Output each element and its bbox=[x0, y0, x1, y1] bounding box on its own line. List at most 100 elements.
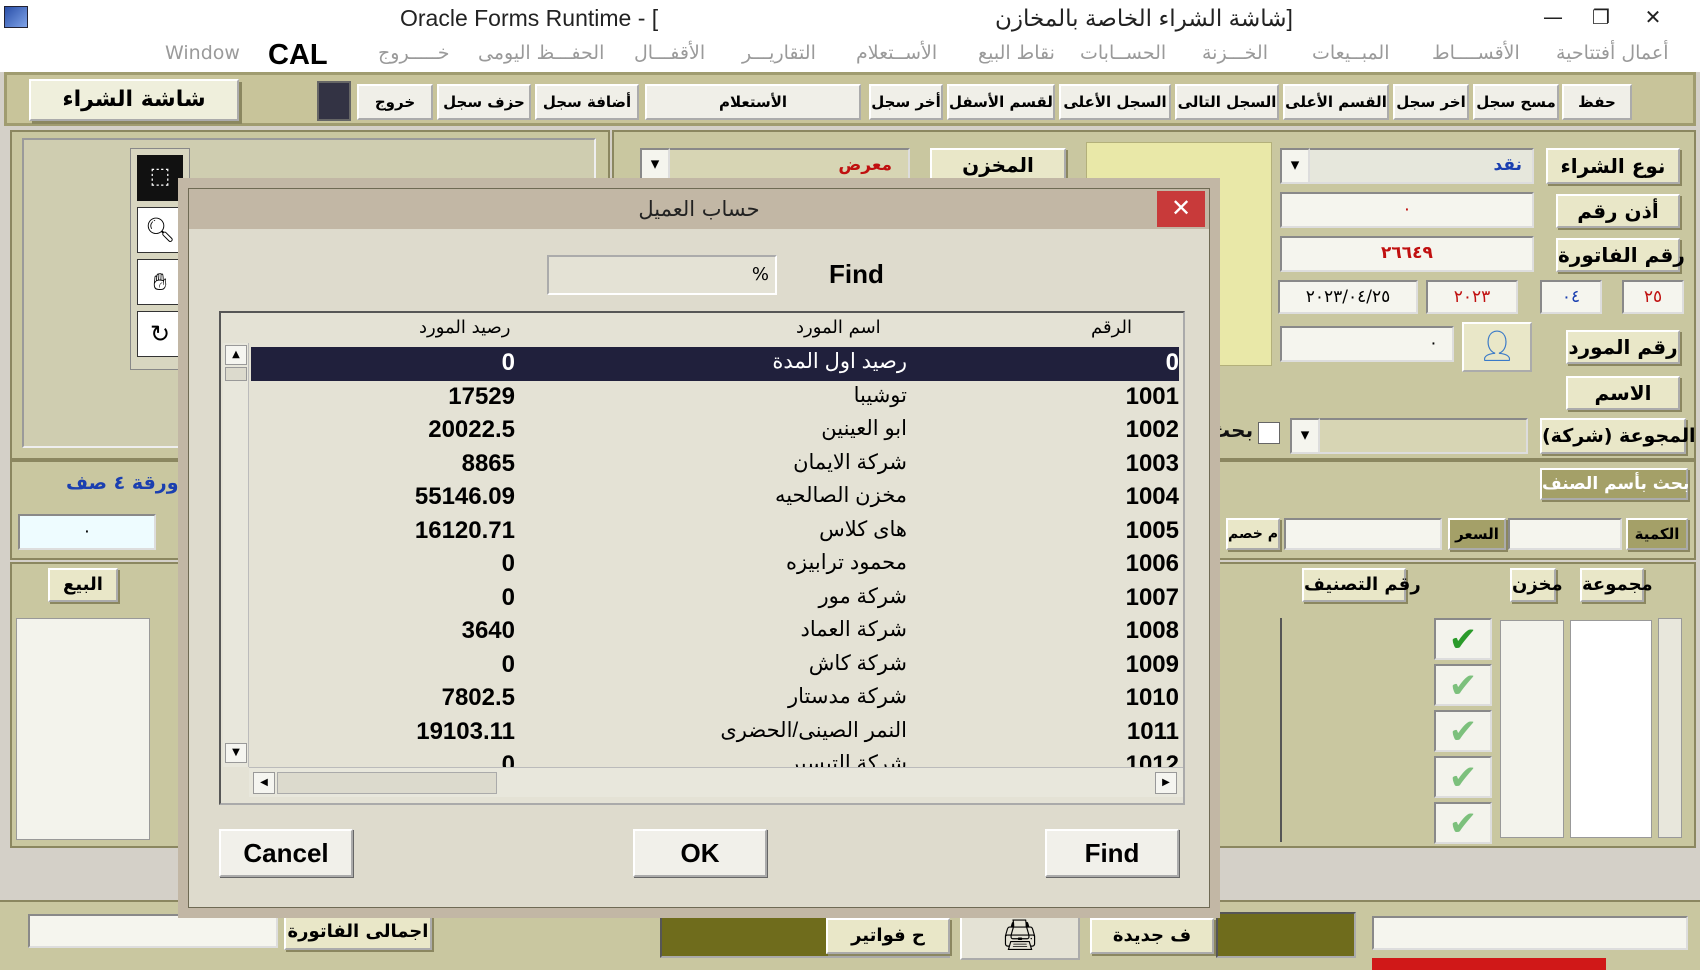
checkmark-icon[interactable]: ✔ bbox=[1434, 664, 1492, 706]
menu-closing[interactable]: الأقفـــال bbox=[634, 42, 705, 64]
row-name: شركة مدستار bbox=[787, 685, 907, 708]
bottom-right-field[interactable] bbox=[1372, 916, 1688, 950]
find-button[interactable]: Find bbox=[1045, 829, 1179, 877]
invoice-field[interactable]: ٢٦٦٤٩ bbox=[1280, 236, 1534, 272]
date-day[interactable]: ٢٥ bbox=[1622, 280, 1684, 314]
search-checkbox[interactable] bbox=[1258, 422, 1280, 444]
close-window-button[interactable]: ✕ bbox=[1630, 2, 1676, 32]
list-item[interactable]: 0 شركة مور 1007 bbox=[251, 582, 1179, 616]
supplier-field[interactable]: ٠ bbox=[1280, 326, 1454, 362]
list-item[interactable]: 16120.71 هاى كلاس 1005 bbox=[251, 515, 1179, 549]
price-field[interactable] bbox=[1284, 518, 1442, 550]
quantity-field[interactable] bbox=[1508, 518, 1622, 550]
group-select[interactable] bbox=[1290, 418, 1528, 454]
app-logo-icon bbox=[317, 81, 351, 121]
list-item[interactable]: 0 رصيد اول المدة 0 bbox=[251, 347, 1179, 381]
add-record-button[interactable]: أضافة سجل bbox=[535, 84, 639, 120]
horizontal-scroll-thumb[interactable] bbox=[277, 772, 497, 794]
date-year[interactable]: ٢٠٢٣ bbox=[1426, 280, 1518, 314]
menu-accounts[interactable]: الحســابات bbox=[1080, 42, 1166, 64]
horizontal-scrollbar[interactable]: ◀ ▶ bbox=[249, 767, 1183, 797]
save-button[interactable]: حفظ bbox=[1562, 84, 1632, 120]
vertical-scrollbar[interactable]: ▲ ▼ bbox=[223, 343, 249, 767]
printer-icon[interactable]: 🖨︎ bbox=[960, 912, 1080, 960]
top-section-button[interactable]: القسم الأعلى bbox=[1283, 84, 1389, 120]
list-item[interactable]: 7802.5 شركة مدستار 1010 bbox=[251, 682, 1179, 716]
menu-pos[interactable]: نقاط البيع bbox=[978, 42, 1055, 64]
scroll-left-icon[interactable]: ◀ bbox=[253, 772, 275, 794]
invoice-total-field[interactable] bbox=[28, 914, 278, 948]
checkmark-icon[interactable]: ✔ bbox=[1434, 710, 1492, 752]
scroll-thumb[interactable] bbox=[225, 367, 247, 381]
scroll-down-icon[interactable]: ▼ bbox=[225, 743, 247, 763]
group-chevron-down-icon[interactable]: ▾ bbox=[1290, 418, 1320, 454]
checkmark-icon[interactable]: ✔ bbox=[1434, 802, 1492, 844]
delete-record-button[interactable]: حزف سجل bbox=[437, 84, 531, 120]
list-item[interactable]: 19103.11 النمر الصينى/الحضرى 1011 bbox=[251, 716, 1179, 750]
menu-sales[interactable]: المبــيعات bbox=[1312, 42, 1390, 64]
row-balance: 0 bbox=[501, 550, 515, 577]
menu-daily-save[interactable]: الحفـــظ اليومى bbox=[478, 42, 604, 64]
search-by-item-button[interactable]: بحث بأسم الصنف bbox=[1540, 468, 1689, 500]
list-item[interactable]: 17529 توشيبا 1001 bbox=[251, 381, 1179, 415]
supplier-lookup-icon[interactable]: 👤︎ bbox=[1462, 322, 1532, 372]
purchase-type-value: نقد bbox=[1493, 155, 1522, 175]
exit-button[interactable]: خروج bbox=[357, 84, 433, 120]
find-input[interactable]: % bbox=[547, 255, 777, 295]
select-icon[interactable]: ⬚ bbox=[137, 155, 183, 201]
checkmark-icon[interactable]: ✔ bbox=[1434, 618, 1492, 660]
query-button[interactable]: الأستعلام bbox=[645, 84, 861, 120]
zoom-icon[interactable]: 🔍︎ bbox=[137, 207, 183, 253]
group-label: المجوعة (شركة) bbox=[1540, 418, 1696, 454]
purchase-type-select[interactable]: نقد bbox=[1280, 148, 1534, 184]
permit-field[interactable]: ٠ bbox=[1280, 192, 1534, 228]
dialog-close-icon[interactable]: ✕ bbox=[1157, 191, 1205, 227]
list-item[interactable]: 0 شركة كاش 1009 bbox=[251, 649, 1179, 683]
menu-treasury[interactable]: الخـــزنة bbox=[1202, 42, 1268, 64]
list-item[interactable]: 8865 شركة الايمان 1003 bbox=[251, 448, 1179, 482]
maximize-button[interactable]: ❐ bbox=[1578, 2, 1624, 32]
list-item[interactable]: 55146.09 مخزن الصالحيه 1004 bbox=[251, 481, 1179, 515]
left-value-field[interactable]: ٠ bbox=[18, 514, 156, 550]
left-grid-column bbox=[16, 618, 150, 840]
row-number: 1009 bbox=[1125, 650, 1179, 678]
hand-icon[interactable]: ✋︎ bbox=[137, 259, 183, 305]
ok-button[interactable]: OK bbox=[633, 829, 767, 877]
top-record-button[interactable]: السجل الأعلى bbox=[1059, 84, 1171, 120]
scroll-right-icon[interactable]: ▶ bbox=[1155, 772, 1177, 794]
chevron-down-icon[interactable]: ▾ bbox=[1280, 148, 1310, 184]
bottom-section-button[interactable]: القسم الأسفل bbox=[947, 84, 1055, 120]
new-invoice-button[interactable]: ف جديدة bbox=[1090, 918, 1214, 954]
scroll-up-icon[interactable]: ▲ bbox=[225, 345, 247, 365]
store-value: معرض bbox=[838, 155, 892, 175]
invoices-button[interactable]: ح فواتير bbox=[826, 918, 950, 954]
row-number: 1002 bbox=[1125, 416, 1179, 443]
menu-exit[interactable]: خـــــروج bbox=[378, 42, 450, 64]
list-item[interactable]: 3640 شركة العماد 1008 bbox=[251, 615, 1179, 649]
last-record-2-button[interactable]: أخر سجل bbox=[869, 84, 943, 120]
store-select[interactable]: معرض bbox=[640, 148, 910, 182]
store-chevron-down-icon[interactable]: ▾ bbox=[640, 148, 670, 182]
menu-installments[interactable]: الأقســــاط bbox=[1432, 42, 1520, 64]
menu-opening[interactable]: أعمال أفتتاحية bbox=[1556, 42, 1669, 64]
rotate-icon[interactable]: ↻ bbox=[137, 311, 183, 357]
items-scrollbar[interactable] bbox=[1658, 618, 1682, 838]
list-item[interactable]: 0 محمود ترابيزه 1006 bbox=[251, 548, 1179, 582]
date-full[interactable]: ٢٠٢٣/٠٤/٢٥ bbox=[1278, 280, 1418, 314]
window-title-left: Oracle Forms Runtime - [ bbox=[400, 5, 659, 31]
menu-inquiry[interactable]: الأســتعلام bbox=[856, 42, 937, 64]
menu-window[interactable]: Window bbox=[165, 42, 240, 64]
checkmark-icon[interactable]: ✔ bbox=[1434, 756, 1492, 798]
minimize-button[interactable]: — bbox=[1530, 2, 1576, 32]
list-item[interactable]: 20022.5 ابو العينين 1002 bbox=[251, 414, 1179, 448]
column-balance: رصيد المورد bbox=[419, 317, 511, 338]
last-record-button[interactable]: اخر سجل bbox=[1393, 84, 1469, 120]
menu-reports[interactable]: التقاريـــر bbox=[742, 42, 816, 64]
clear-record-button[interactable]: مسح سجل bbox=[1473, 84, 1559, 120]
store-column-header: مخزن bbox=[1510, 568, 1563, 602]
supplier-list: الرقم اسم المورد رصيد المورد ▲ ▼ 0 رصيد ا… bbox=[219, 311, 1185, 805]
date-month[interactable]: ٠٤ bbox=[1540, 280, 1602, 314]
next-record-button[interactable]: السجل التالى bbox=[1175, 84, 1279, 120]
cancel-button[interactable]: Cancel bbox=[219, 829, 353, 877]
oracle-app-icon bbox=[4, 6, 28, 28]
